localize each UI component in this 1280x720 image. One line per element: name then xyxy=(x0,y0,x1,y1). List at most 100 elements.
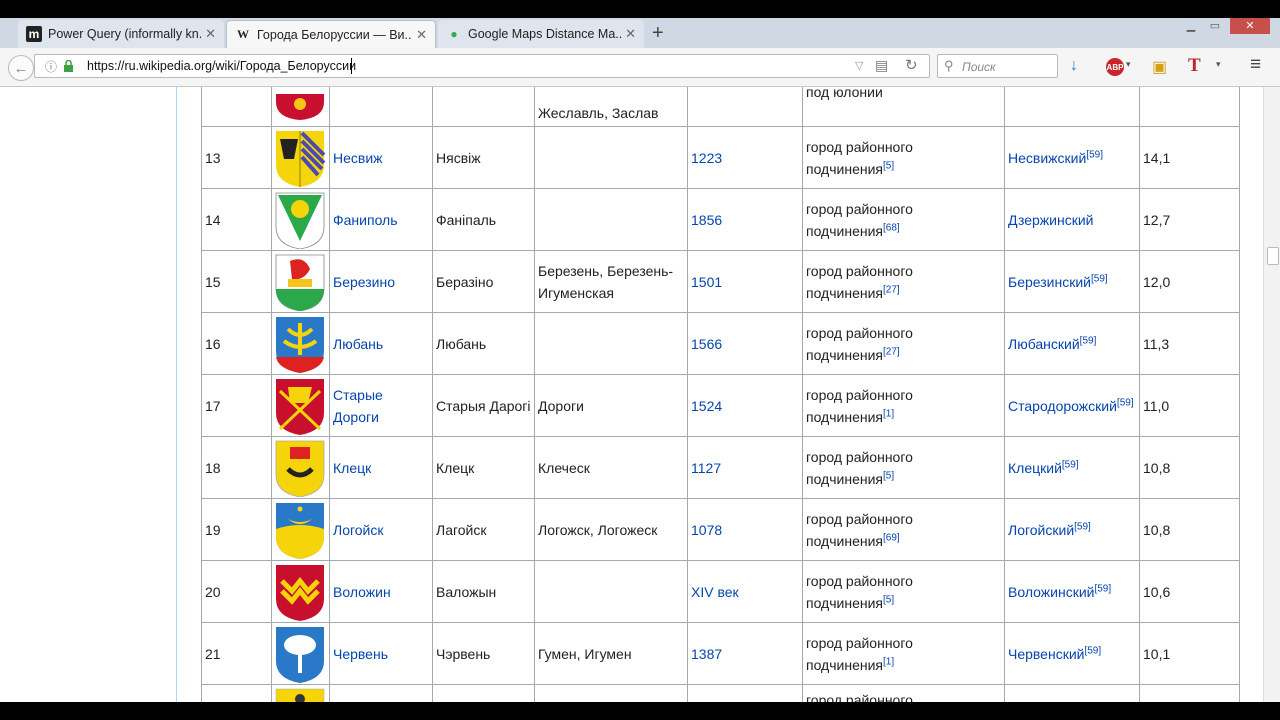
year-link[interactable]: 1127 xyxy=(691,460,721,476)
coat-of-arms-icon[interactable] xyxy=(274,439,326,497)
year-link[interactable]: 1856 xyxy=(691,212,722,228)
district-link[interactable]: Дзержинский xyxy=(1008,212,1093,228)
belarusian-name: Нясвіж xyxy=(432,126,535,189)
row-number: 19 xyxy=(201,498,272,561)
district-link[interactable]: Несвижский xyxy=(1008,150,1086,166)
district-reference[interactable]: [59] xyxy=(1074,521,1091,532)
status-reference[interactable]: [69] xyxy=(883,532,900,543)
district-link[interactable]: Воложинский xyxy=(1008,584,1094,600)
table-row: 19 Логойск Лагойск Логожск, Логожеск 1078 гор… xyxy=(201,498,1240,561)
close-tab-icon[interactable]: ✕ xyxy=(625,26,636,42)
reader-view-icon[interactable]: ▤ xyxy=(875,57,888,74)
old-names: Гумен, Игумен xyxy=(534,622,688,685)
translate-menu-icon[interactable]: ▾ xyxy=(1216,59,1221,70)
coat-of-arms-icon[interactable] xyxy=(274,191,326,249)
row-number: 17 xyxy=(201,374,272,437)
close-tab-icon[interactable]: ✕ xyxy=(416,27,427,43)
status-reference[interactable]: [5] xyxy=(883,470,894,481)
minimize-icon[interactable]: ▁ xyxy=(1180,18,1202,34)
reload-icon[interactable]: ↻ xyxy=(905,56,918,74)
district-link[interactable]: Червенский xyxy=(1008,646,1084,662)
new-tab-button[interactable]: + xyxy=(652,22,664,45)
district-reference[interactable]: [59] xyxy=(1091,273,1108,284)
coat-of-arms-icon[interactable] xyxy=(274,501,326,559)
year-link[interactable]: 1524 xyxy=(691,398,722,414)
clipboard-icon[interactable]: ▣ xyxy=(1152,57,1167,77)
tab-wikipedia[interactable]: W Города Белоруссии — Ви... ✕ xyxy=(226,20,436,48)
row-number: 15 xyxy=(201,250,272,313)
coat-of-arms-cell xyxy=(271,250,330,313)
adblock-menu-icon[interactable]: ▾ xyxy=(1126,59,1131,70)
district-reference[interactable]: [59] xyxy=(1062,459,1079,470)
year-link[interactable]: 1501 xyxy=(691,274,722,290)
adblock-icon[interactable]: ABP xyxy=(1106,58,1124,76)
year-link[interactable]: 1223 xyxy=(691,150,722,166)
url-bar[interactable]: ⓘ https://ru.wikipedia.org/wiki/Города_Б… xyxy=(34,54,930,78)
back-button[interactable]: ← xyxy=(8,55,34,81)
row-number: 21 xyxy=(201,622,272,685)
old-names: Логожск, Логожеск xyxy=(534,498,688,561)
status-reference[interactable]: [5] xyxy=(883,160,894,171)
download-icon[interactable]: ↓ xyxy=(1070,57,1078,75)
close-window-icon[interactable]: ✕ xyxy=(1230,18,1270,34)
district-reference[interactable]: [59] xyxy=(1117,397,1134,408)
coat-of-arms-icon[interactable] xyxy=(274,129,326,187)
scrollbar[interactable] xyxy=(1263,87,1280,702)
coat-of-arms-icon[interactable] xyxy=(274,563,326,621)
maximize-icon[interactable]: ▭ xyxy=(1204,18,1226,34)
scrollbar-thumb[interactable] xyxy=(1267,247,1279,265)
coat-of-arms-cell xyxy=(271,126,330,189)
year-link[interactable]: 1387 xyxy=(691,646,722,662)
coat-of-arms-cell xyxy=(271,374,330,437)
coat-of-arms-icon[interactable] xyxy=(274,315,326,373)
coat-of-arms-icon[interactable] xyxy=(274,625,326,683)
city-link[interactable]: Любань xyxy=(333,336,383,352)
status-reference[interactable]: [5] xyxy=(883,594,894,605)
coat-of-arms-icon[interactable] xyxy=(274,377,326,435)
belarusian-name: Клецк xyxy=(432,436,535,499)
status-reference[interactable]: [27] xyxy=(883,346,900,357)
tab-google-maps[interactable]: ● Google Maps Distance Ma... ✕ xyxy=(438,20,644,48)
old-names xyxy=(534,312,688,375)
district-reference[interactable]: [59] xyxy=(1086,149,1103,160)
city-link[interactable]: Несвиж xyxy=(333,150,383,166)
belarusian-name: Лагойск xyxy=(432,498,535,561)
district-link[interactable]: Березинский xyxy=(1008,274,1091,290)
search-box[interactable]: ⚲ Поиск xyxy=(937,54,1058,78)
info-icon[interactable]: ⓘ xyxy=(45,58,57,75)
city-link[interactable]: Березино xyxy=(333,274,395,290)
status-reference[interactable]: [1] xyxy=(883,656,894,667)
old-names xyxy=(534,188,688,251)
city-link[interactable]: Фаниполь xyxy=(333,212,398,228)
tab-power-query[interactable]: m Power Query (informally kn... ✕ xyxy=(18,20,224,48)
year-link[interactable]: 1566 xyxy=(691,336,722,352)
district-reference[interactable]: [59] xyxy=(1080,335,1097,346)
city-link[interactable]: Воложин xyxy=(333,584,391,600)
district-link[interactable]: Клецкий xyxy=(1008,460,1062,476)
row-number: 13 xyxy=(201,126,272,189)
dropdown-icon[interactable]: ▽ xyxy=(855,59,863,72)
city-link[interactable]: Червень xyxy=(333,646,388,662)
district-reference[interactable]: [59] xyxy=(1084,645,1101,656)
page-content: Жеславль, Заслав под юлонии 13 Несвиж Нясв… xyxy=(0,87,1263,702)
district-link[interactable]: Логойский xyxy=(1008,522,1074,538)
translate-icon[interactable]: T xyxy=(1188,55,1201,77)
menu-icon[interactable]: ≡ xyxy=(1250,54,1261,76)
district-link[interactable]: Стародорожский xyxy=(1008,398,1117,414)
status-reference[interactable]: [68] xyxy=(883,222,900,233)
city-link[interactable]: Клецк xyxy=(333,460,371,476)
population: 10,8 xyxy=(1139,498,1240,561)
district-reference[interactable]: [59] xyxy=(1094,583,1111,594)
status-reference[interactable]: [1] xyxy=(883,408,894,419)
year-link[interactable]: 1078 xyxy=(691,522,722,538)
city-link[interactable]: Старые Дороги xyxy=(333,387,383,425)
city-link[interactable]: Логойск xyxy=(333,522,384,538)
lock-icon xyxy=(64,60,73,72)
close-tab-icon[interactable]: ✕ xyxy=(205,26,216,42)
status-reference[interactable]: [27] xyxy=(883,284,900,295)
table-row: 14 Фаниполь Фаніпаль 1856 город районного по… xyxy=(201,188,1240,251)
status-text: город районного подчинения xyxy=(806,448,913,487)
district-link[interactable]: Любанский xyxy=(1008,336,1080,352)
year-link[interactable]: XIV век xyxy=(691,584,739,600)
coat-of-arms-icon[interactable] xyxy=(274,253,326,311)
